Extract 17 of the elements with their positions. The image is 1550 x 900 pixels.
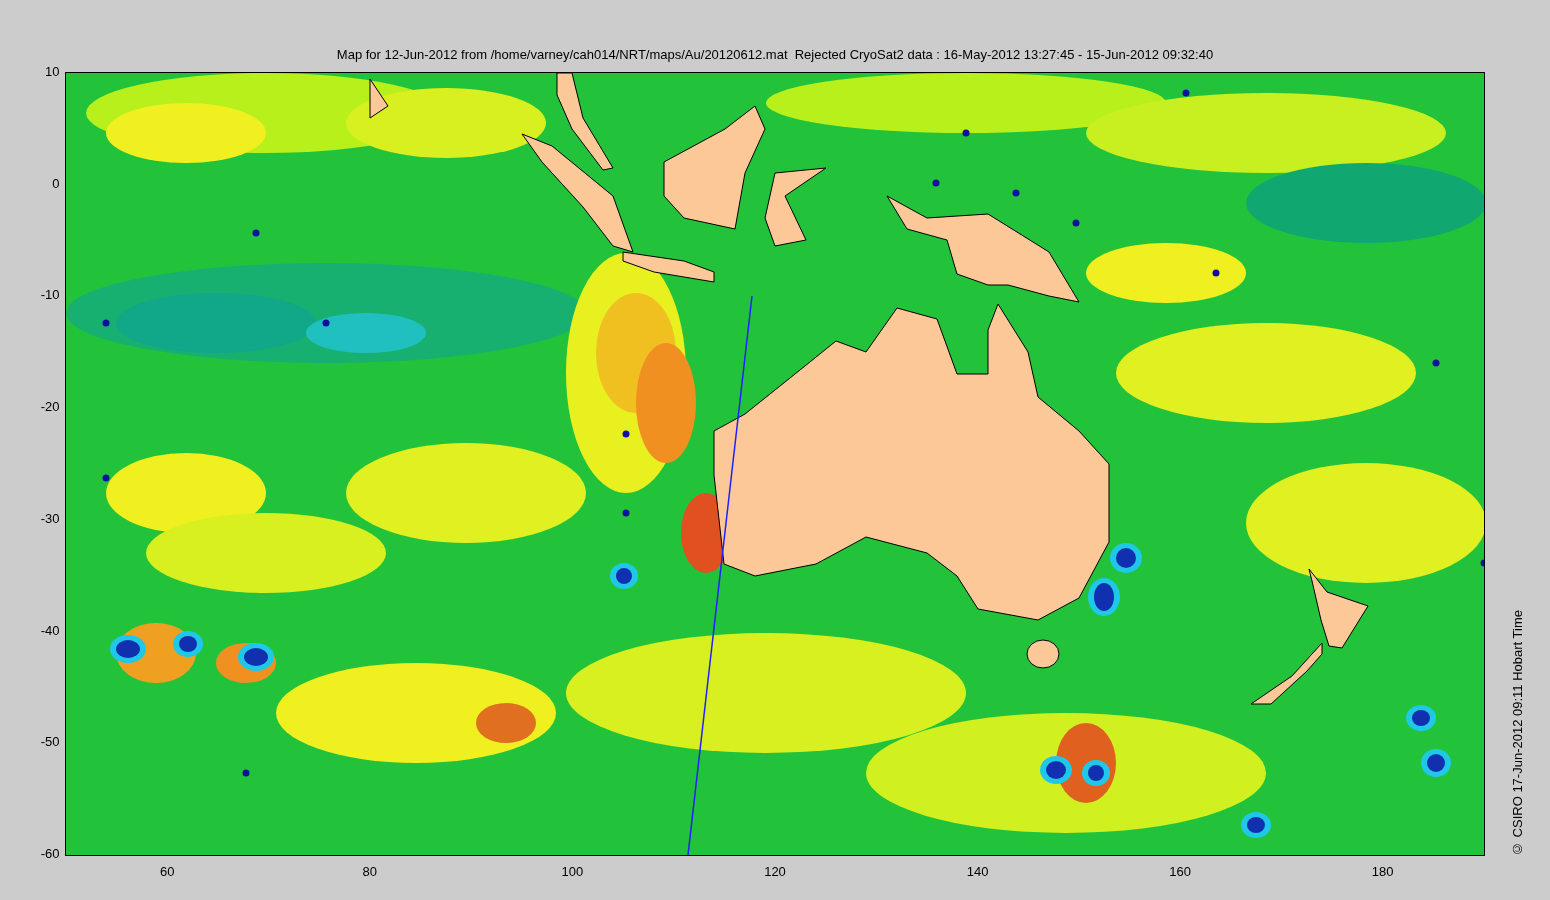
y-tick-label: 10 <box>45 65 60 79</box>
figure-title: Map for 12-Jun-2012 from /home/varney/cah014/NRT/maps/Au/20120612.mat Rejected CryoSat2 data : 16-May-2012 13:27:45 - 15-Jun-2012 09:32:40 <box>336 46 1214 64</box>
y-tick-label: -40 <box>40 623 60 638</box>
x-tick-label: 80 <box>362 863 378 881</box>
copyright-note: © CSIRO 17-Jun-2012 09:11 Hobart Time <box>1508 610 1526 856</box>
x-tick-label: 160 <box>1169 863 1191 881</box>
y-tick-label: -10 <box>40 288 60 303</box>
y-tick-label: 0 <box>52 176 60 191</box>
y-tick-label: -50 <box>40 735 60 750</box>
x-tick-label: 120 <box>764 863 786 881</box>
x-tick-label: 100 <box>561 863 584 881</box>
x-tick-label: 180 <box>1371 863 1394 881</box>
x-tick-label: 60 <box>160 863 175 881</box>
y-tick-label: -30 <box>40 511 60 526</box>
y-tick-label: -60 <box>40 847 60 861</box>
x-tick-label: 140 <box>966 863 989 881</box>
y-tick-label: -20 <box>40 400 60 415</box>
